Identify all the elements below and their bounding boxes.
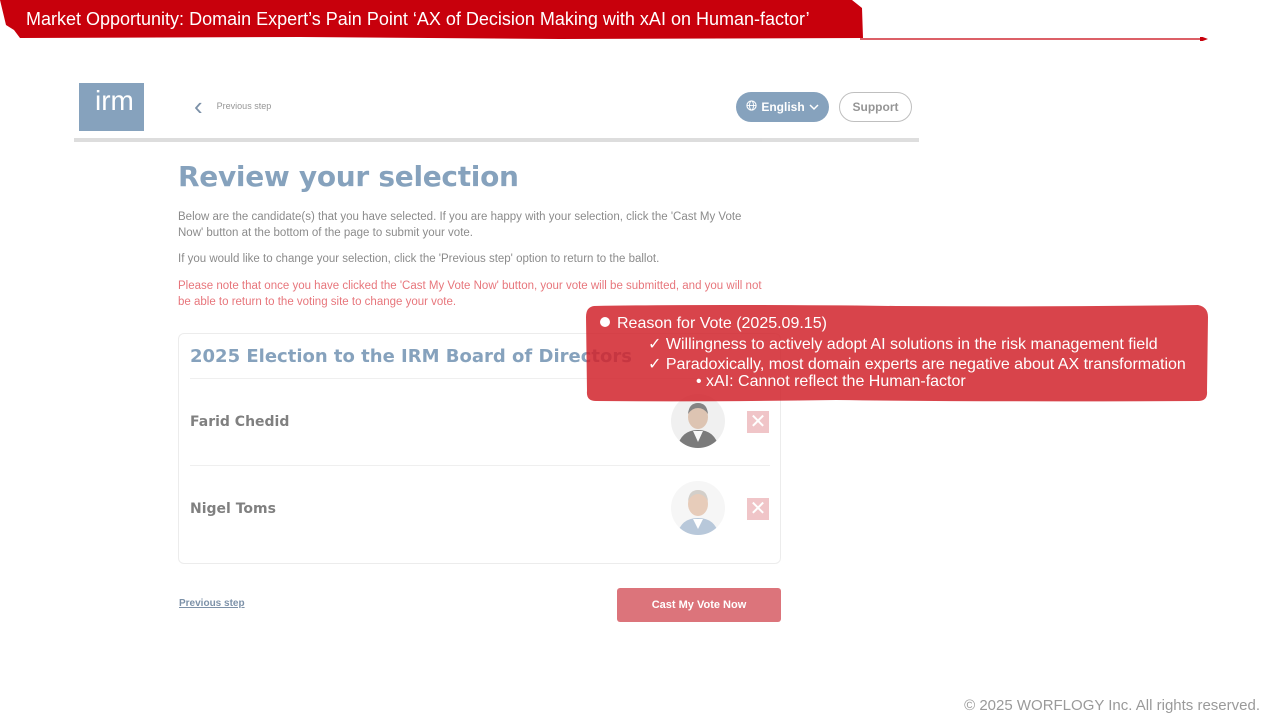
slide-title: Market Opportunity: Domain Expert’s Pain… — [26, 9, 810, 29]
callout-heading-text: Reason for Vote (2025.09.15) — [617, 315, 827, 332]
divider — [190, 465, 770, 466]
irm-logo: irm — [79, 83, 144, 131]
chevron-down-icon — [809, 100, 819, 114]
cast-vote-button[interactable]: Cast My Vote Now — [617, 588, 781, 622]
title-banner: Market Opportunity: Domain Expert’s Pain… — [0, 0, 864, 39]
copyright-notice: © 2025 WORFLOGY Inc. All rights reserved… — [964, 697, 1260, 714]
previous-step-link-top[interactable]: ‹ Previous step — [194, 91, 272, 121]
bullet-icon — [600, 317, 610, 327]
callout-point: ✓ Willingness to actively adopt AI solut… — [648, 336, 1158, 353]
remove-candidate-button[interactable]: ✕ — [747, 498, 769, 520]
arrow-line — [860, 37, 1208, 41]
candidate-name: Nigel Toms — [190, 501, 276, 517]
header-divider — [74, 138, 919, 142]
change-selection-text: If you would like to change your selecti… — [178, 253, 660, 265]
previous-step-label: Previous step — [216, 101, 272, 111]
support-button[interactable]: Support — [839, 92, 912, 122]
election-title: 2025 Election to the IRM Board of Direct… — [190, 346, 632, 367]
globe-icon — [746, 100, 757, 114]
language-label: English — [761, 100, 805, 114]
instructions-text: Below are the candidate(s) that you have… — [178, 211, 742, 239]
candidate-avatar — [671, 481, 725, 535]
callout-heading: Reason for Vote (2025.09.15) — [600, 315, 827, 333]
reason-callout: Reason for Vote (2025.09.15) ✓ Willingne… — [586, 305, 1208, 402]
previous-step-link-bottom[interactable]: Previous step — [179, 598, 245, 609]
callout-point: ✓ Paradoxically, most domain experts are… — [648, 356, 1186, 373]
callout-sub-point: • xAI: Cannot reflect the Human-factor — [696, 373, 966, 390]
language-button[interactable]: English — [736, 92, 829, 122]
chevron-left-icon: ‹ — [194, 91, 203, 121]
candidate-name: Farid Chedid — [190, 414, 290, 430]
page-title: Review your selection — [178, 160, 519, 193]
candidate-avatar — [671, 394, 725, 448]
remove-candidate-button[interactable]: ✕ — [747, 411, 769, 433]
